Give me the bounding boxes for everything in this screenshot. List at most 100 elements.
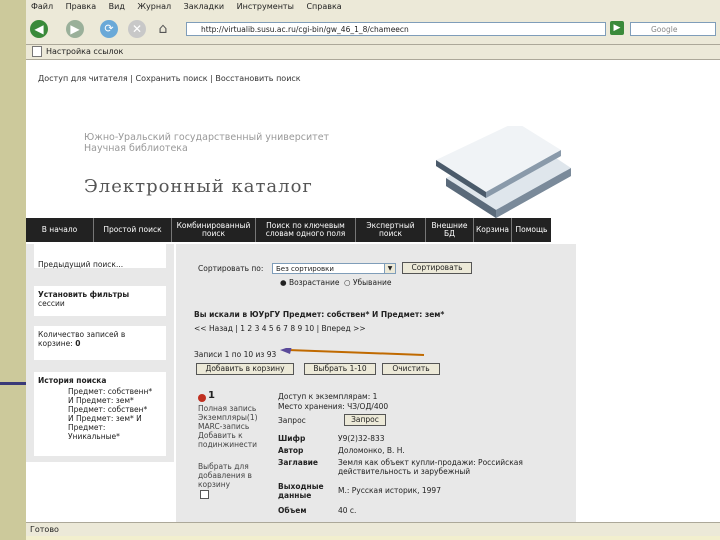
pub-label-1: Выходные [278,482,324,491]
page-content: Доступ для читателя | Сохранить поиск | … [26,60,720,522]
author-value[interactable]: Доломонко, В. Н. [338,446,405,455]
chevron-down-icon: ▼ [384,264,395,273]
record-checkbox[interactable] [200,490,209,499]
browser-window: Файл Правка Вид Журнал Закладки Инструме… [26,0,720,536]
cart-count-box: Количество записей в корзине: 0 [34,326,166,360]
menu-edit[interactable]: Правка [61,0,101,14]
history-title: История поиска [38,376,107,385]
searched-in: в ЮУрГУ [242,310,281,319]
menu-tools[interactable]: Инструменты [232,0,299,14]
shifr-label: Шифр [278,434,306,443]
bullet-icon [198,394,206,402]
request-button[interactable]: Запрос [344,414,386,426]
title-line-1: Земля как объект купли-продажи: Российск… [338,458,523,467]
annotation-arrow-icon [280,348,425,356]
title-label: Заглавие [278,458,318,467]
searched-query: Предмет: собствен* И Предмет: зем* [282,310,445,319]
asc-radio[interactable]: ● Возрастание [280,278,340,287]
pub-label-2: данные [278,491,312,500]
history-item[interactable]: И Предмет: зем* И [68,414,162,423]
results-panel: Сортировать по: Без сортировки ▼ Сортиро… [176,244,576,522]
nav-home[interactable]: В начало [26,218,94,242]
menu-view[interactable]: Вид [104,0,130,14]
select-label: Выбрать для [198,462,249,471]
nav-keyword-search[interactable]: Поиск по ключевым словам одного поля [256,218,356,242]
history-item[interactable]: Уникальные* [68,432,162,441]
filters-title: Установить фильтры [38,290,130,299]
marc-link[interactable]: MARC-запись [198,422,258,431]
pub-label: Выходные данные [278,482,324,500]
sort-label: Сортировать по: [198,264,264,273]
nav-toolbar: ◀ ▶ ⟳ ✕ ⌂ http://virtualib.susu.ac.ru/cg… [26,14,720,45]
bookmark-link[interactable]: Настройка ссылок [46,47,123,56]
filters-sub: сессии [38,299,65,308]
nav-external-db[interactable]: Внешние БД [426,218,474,242]
home-icon[interactable]: ⌂ [154,20,172,38]
clear-button[interactable]: Очистить [382,363,440,375]
pager[interactable]: << Назад | 1 2 3 4 5 6 7 8 9 10 | Вперед… [194,324,366,333]
records-count: Записи 1 по 10 из 93 [194,350,277,359]
slide-left-band [0,0,26,540]
history-item[interactable]: Предмет: собствен* [68,405,162,414]
menu-file[interactable]: Файл [26,0,58,14]
bookmarks-bar: Настройка ссылок [26,45,720,60]
asc-label: Возрастание [288,278,340,287]
sort-button[interactable]: Сортировать [402,262,472,274]
nav-expert-search[interactable]: Экспертный поиск [356,218,426,242]
record-number: 1 [208,390,215,401]
title-line-2: действительность и зарубежный [338,467,471,476]
nav-cart[interactable]: Корзина [474,218,512,242]
stop-icon[interactable]: ✕ [128,20,146,38]
history-item[interactable]: И Предмет: зем* [68,396,162,405]
copies-link[interactable]: Экземпляры(1) [198,413,258,422]
add-to-cart-button[interactable]: Добавить в корзину [196,363,294,375]
add-to-link-2[interactable]: подинжинести [198,440,258,449]
select-for-cart: Выбрать для добавления в корзину [198,462,252,489]
desc-label: Убывание [352,278,392,287]
back-icon[interactable]: ◀ [30,20,48,38]
search-input[interactable]: Google [630,22,716,36]
full-record-link[interactable]: Полная запись [198,404,258,413]
books-icon [436,126,571,218]
record-links: Полная запись Экземпляры(1) MARC-запись … [198,404,258,449]
history-item[interactable]: Предмет: собственн* [68,387,162,396]
searched-prefix: Вы искали [194,310,240,319]
menu-bar: Файл Правка Вид Журнал Закладки Инструме… [26,0,720,14]
forward-icon[interactable]: ▶ [66,20,84,38]
access-info: Доступ к экземплярам: 1 [278,392,378,401]
menu-bookmarks[interactable]: Закладки [179,0,229,14]
address-bar[interactable]: http://virtualib.susu.ac.ru/cgi-bin/gw_4… [186,22,606,36]
pub-value: М.: Русская историк, 1997 [338,486,441,495]
author-label: Автор [278,446,304,455]
library-line: Научная библиотека [84,143,188,154]
results-area: Сортировать по: Без сортировки ▼ Сортиро… [176,244,576,522]
select-range-button[interactable]: Выбрать 1-10 [304,363,376,375]
university-line: Южно-Уральский государственный университ… [84,132,330,143]
left-panel: Предыдущий поиск... Установить фильтры с… [26,244,174,462]
add-to-link[interactable]: Добавить к [198,431,258,440]
sort-select[interactable]: Без сортировки ▼ [272,263,396,274]
select-label-3: корзину [198,480,231,489]
prev-search-link[interactable]: Предыдущий поиск... [34,244,166,269]
volume-label: Объем [278,506,307,515]
history-item[interactable]: Предмет: [68,423,162,432]
nav-simple-search[interactable]: Простой поиск [94,218,172,242]
nav-help[interactable]: Помощь [512,218,551,242]
nav-combined-search[interactable]: Комбинированный поиск [172,218,256,242]
sort-select-value: Без сортировки [276,265,334,273]
history-list: Предмет: собственн* И Предмет: зем* Пред… [38,387,162,441]
volume-value: 40 с. [338,506,357,515]
desc-radio[interactable]: ○ Убывание [344,278,391,287]
filters-box[interactable]: Установить фильтры сессии [34,286,166,316]
shifr-value: У9(2)32-833 [338,434,385,443]
top-links[interactable]: Доступ для читателя | Сохранить поиск | … [38,74,301,83]
menu-history[interactable]: Журнал [132,0,176,14]
status-bar: Готово [26,522,720,536]
request-label: Запрос [278,416,306,425]
cart-count-label: Количество записей в корзине: [38,330,126,348]
place-info: Место хранения: ЧЗ/ОД/400 [278,402,389,411]
menu-help[interactable]: Справка [301,0,346,14]
cart-count-value: 0 [75,339,81,348]
reload-icon[interactable]: ⟳ [100,20,118,38]
go-icon[interactable]: ▶ [610,21,624,35]
